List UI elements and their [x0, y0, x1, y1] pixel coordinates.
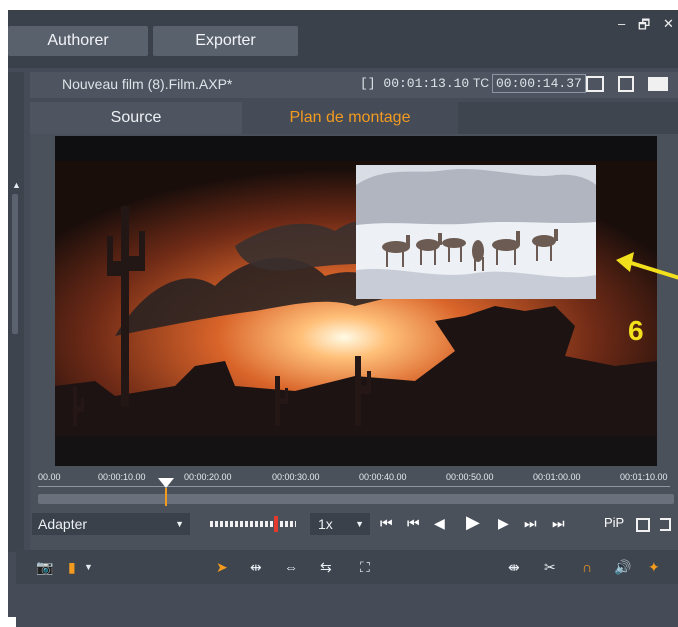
step-back-icon[interactable]: ◀	[434, 515, 445, 532]
exporter-button[interactable]: Exporter	[153, 26, 298, 56]
chevron-down-icon[interactable]: ▼	[84, 562, 93, 572]
layout-icon[interactable]	[648, 77, 668, 91]
tab-plan-de-montage[interactable]: Plan de montage	[242, 102, 458, 134]
slide-icon[interactable]: ⇆	[320, 559, 332, 576]
previous-frame-icon[interactable]: ⏮	[407, 515, 420, 532]
scroll-thumb[interactable]	[12, 194, 18, 334]
pip-size-icon[interactable]	[636, 518, 650, 532]
close-icon[interactable]: ✕	[663, 16, 674, 32]
annotation-number: 6	[628, 315, 644, 346]
crop-icon[interactable]	[660, 518, 671, 531]
marker-icon[interactable]: ▮	[68, 559, 76, 576]
timeline-ruler[interactable]: 00.00 00:00:10.00 00:00:20.00 00:00:30.0…	[30, 470, 678, 510]
trim-icon[interactable]: ⇹	[250, 559, 262, 576]
playback-controls: Adapter ▼ 1x ▼ ⏮ ⏮ ◀ ▶ ▶ ⏭ ⏭ PiP	[30, 510, 678, 540]
speed-label: 1x	[318, 516, 333, 532]
go-to-end-icon[interactable]: ⏭	[552, 515, 565, 532]
video-editor-window: Authorer Exporter – 🗗 ✕ ▲ Nouveau film (…	[8, 10, 678, 627]
audio-icon[interactable]: 🔊	[614, 559, 631, 576]
bottom-toolbar: 📷 ▮ ▼ ➤ ⇹ ⇔ ⇆ ⛶ ⇼ ✂ ∩ 🔊 ✦	[16, 550, 678, 584]
tc-label: TC	[473, 76, 489, 90]
fit-label: Adapter	[38, 516, 88, 532]
go-to-start-icon[interactable]: ⏮	[380, 515, 393, 532]
play-icon[interactable]: ▶	[466, 512, 480, 533]
bottom-panel	[16, 584, 678, 627]
tick-label: 00:01:10.00	[620, 472, 668, 482]
chevron-down-icon: ▼	[175, 519, 184, 529]
jog-handle[interactable]	[274, 516, 278, 532]
fullscreen-icon[interactable]	[586, 76, 604, 92]
timecode-field[interactable]: 00:00:14.37	[492, 74, 586, 93]
chevron-down-icon: ▼	[355, 519, 364, 529]
playhead-line	[165, 488, 167, 506]
next-frame-icon[interactable]: ⏭	[524, 515, 537, 532]
tick-label: 00:00:20.00	[184, 472, 232, 482]
tick-label: 00:01:00.00	[533, 472, 581, 482]
fit-dropdown[interactable]: Adapter ▼	[32, 513, 190, 535]
scroll-up-icon[interactable]: ▲	[12, 180, 21, 190]
speed-dropdown[interactable]: 1x ▼	[310, 513, 370, 535]
playhead[interactable]	[158, 478, 174, 488]
top-bar: Authorer Exporter – 🗗 ✕	[8, 10, 678, 68]
tick-label: 00:00:10.00	[98, 472, 146, 482]
pointer-icon[interactable]: ➤	[216, 559, 228, 576]
slip-icon[interactable]: ⇔	[284, 559, 298, 575]
duration-label: [] 00:01:13.10	[360, 76, 470, 91]
video-preview	[55, 136, 657, 466]
split-icon[interactable]: ⇼	[508, 559, 520, 576]
magnet-icon[interactable]: ∩	[582, 559, 592, 575]
detach-icon[interactable]	[618, 76, 634, 92]
authorer-button[interactable]: Authorer	[8, 26, 148, 56]
project-title: Nouveau film (8).Film.AXP*	[62, 76, 233, 92]
tick-label: 00.00	[38, 472, 61, 482]
tick-label: 00:00:30.00	[272, 472, 320, 482]
tab-source[interactable]: Source	[30, 102, 242, 134]
minimize-icon[interactable]: –	[618, 16, 625, 31]
left-scroll-strip[interactable]: ▲	[8, 72, 24, 552]
pip-button[interactable]: PiP	[604, 515, 624, 530]
camera-icon[interactable]: 📷	[36, 559, 53, 576]
restore-icon[interactable]: 🗗	[638, 16, 650, 38]
tick-label: 00:00:50.00	[446, 472, 494, 482]
pip-overlay-image[interactable]	[356, 165, 596, 299]
preview-tabs: Source Plan de montage	[30, 102, 678, 134]
ruler-line	[38, 486, 670, 487]
tick-label: 00:00:40.00	[359, 472, 407, 482]
scrub-bar[interactable]	[38, 494, 674, 504]
annotation-arrow	[616, 252, 678, 280]
razor-icon[interactable]: ✂	[544, 559, 556, 576]
magic-wand-icon[interactable]: ✦	[648, 559, 660, 576]
deer-snow-image	[356, 165, 596, 299]
zoom-icon[interactable]: ⛶	[360, 559, 370, 576]
project-title-bar: Nouveau film (8).Film.AXP* [] 00:01:13.1…	[30, 72, 678, 98]
step-forward-icon[interactable]: ▶	[498, 515, 509, 532]
jog-slider[interactable]	[210, 516, 296, 532]
